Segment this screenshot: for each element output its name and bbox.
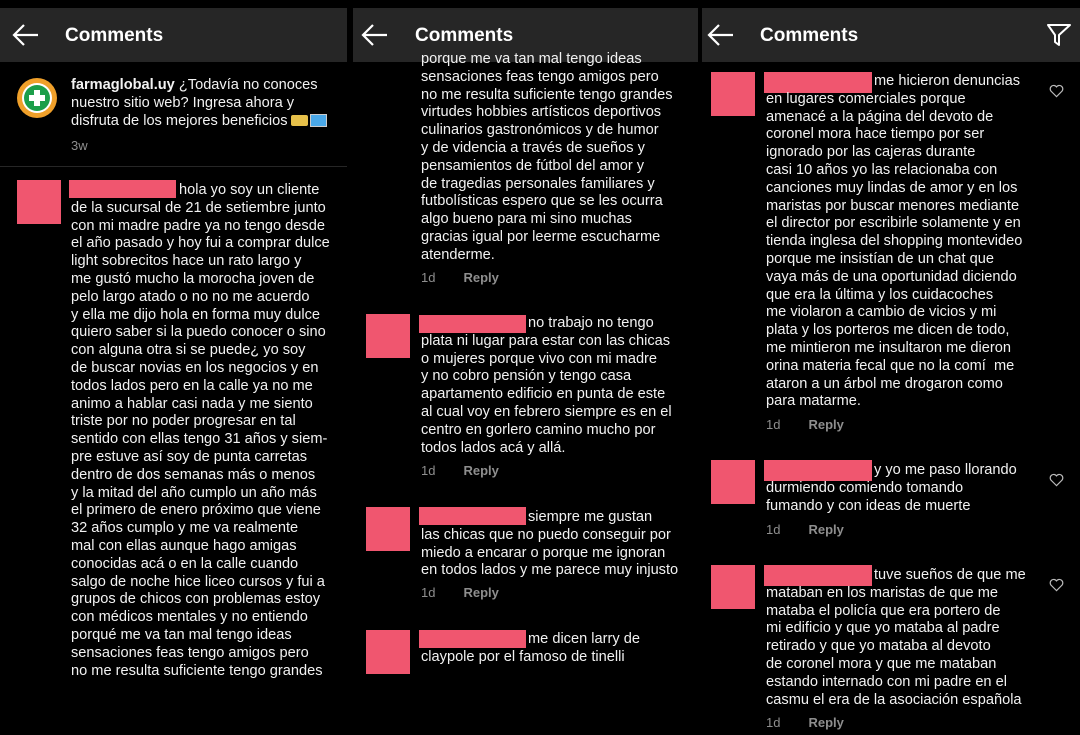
comment-time: 1d	[421, 585, 436, 600]
caption-text-first: ¿Todavía no conoces	[174, 77, 318, 93]
comment-body: me hicieron denuncias en lugares comerci…	[766, 73, 1023, 410]
comment-meta: 1d Reply	[766, 715, 844, 730]
back-arrow-icon[interactable]	[361, 22, 389, 48]
farmaglobal-avatar[interactable]	[17, 78, 57, 118]
send-icon[interactable]	[1046, 22, 1072, 48]
comment-text: siempre me gustan las chicas que no pued…	[421, 509, 678, 580]
like-heart-icon[interactable]	[1049, 473, 1064, 487]
comment-body: hola yo soy un cliente de la sucursal de…	[71, 182, 330, 679]
comment-text: y yo me paso llorando durmiendo comiendo…	[766, 462, 1017, 515]
comment-text: porque me va tan mal tengo ideas sensaci…	[421, 51, 673, 263]
comments-panel-1: Comments farmaglobal.uy ¿Todavía no cono…	[0, 0, 347, 735]
caption-divider	[0, 166, 347, 167]
comment-meta: 1d Reply	[421, 463, 499, 478]
comment-text: tuve sueños de que me mataban en los mar…	[766, 567, 1026, 709]
comment-body: no trabajo no tengo plata ni lugar para …	[421, 315, 672, 456]
comment-body: y yo me paso llorando durmiendo comiendo…	[766, 462, 1017, 514]
reply-button[interactable]: Reply	[463, 585, 498, 600]
back-arrow-icon[interactable]	[12, 22, 40, 48]
post-caption: farmaglobal.uy ¿Todavía no conoces nuest…	[71, 77, 327, 130]
computer-icon	[309, 114, 327, 128]
comment-meta: 1d Reply	[766, 522, 844, 537]
commenter-avatar-redacted[interactable]	[17, 180, 61, 224]
comment-meta: 1d Reply	[421, 585, 499, 600]
reply-button[interactable]: Reply	[808, 417, 843, 432]
page-title: Comments	[65, 25, 164, 46]
comment-meta: 1d Reply	[766, 417, 844, 432]
reply-button[interactable]: Reply	[808, 522, 843, 537]
caption-time: 3w	[71, 138, 88, 153]
comment-text: no trabajo no tengo plata ni lugar para …	[421, 315, 672, 457]
comment-text: me hicieron denuncias en lugares comerci…	[766, 73, 1022, 411]
reply-button[interactable]: Reply	[463, 270, 498, 285]
caption-text: nuestro sitio web? Ingresa ahora y disfr…	[71, 94, 295, 129]
comments-panel-3: Comments me hicieron denuncias en lugare…	[702, 0, 1080, 735]
comment-time: 1d	[421, 463, 436, 478]
commenter-avatar-redacted[interactable]	[711, 565, 755, 609]
comment-text: me dicen larry de claypole por el famoso…	[421, 631, 640, 667]
top-bar: Comments	[0, 8, 347, 62]
comment-time: 1d	[766, 417, 781, 432]
reply-button[interactable]: Reply	[463, 463, 498, 478]
comment-body: me dicen larry de claypole por el famoso…	[421, 631, 640, 665]
credit-card-icon	[290, 115, 308, 127]
comment-body: tuve sueños de que me mataban en los mar…	[766, 567, 1026, 708]
page-title: Comments	[415, 25, 514, 46]
pharmacy-cross-icon	[24, 85, 50, 111]
top-bar: Comments	[702, 8, 1080, 62]
like-heart-icon[interactable]	[1049, 84, 1064, 98]
caption-username[interactable]: farmaglobal.uy	[71, 77, 175, 93]
comment-time: 1d	[421, 270, 436, 285]
commenter-avatar-redacted[interactable]	[711, 72, 755, 116]
comment-time: 1d	[766, 522, 781, 537]
commenter-avatar-redacted[interactable]	[366, 314, 410, 358]
commenter-avatar-redacted[interactable]	[366, 507, 410, 551]
comments-panel-2: Comments porque me va tan mal tengo idea…	[353, 0, 698, 735]
page-title: Comments	[760, 25, 859, 46]
commenter-avatar-redacted[interactable]	[366, 630, 410, 674]
reply-button[interactable]: Reply	[808, 715, 843, 730]
comment-text: hola yo soy un cliente de la sucursal de…	[71, 182, 330, 680]
comment-time: 1d	[766, 715, 781, 730]
commenter-avatar-redacted[interactable]	[711, 460, 755, 504]
comment-meta: 1d Reply	[421, 270, 499, 285]
comment-body: siempre me gustan las chicas que no pued…	[421, 509, 679, 579]
like-heart-icon[interactable]	[1049, 578, 1064, 592]
back-arrow-icon[interactable]	[707, 22, 735, 48]
